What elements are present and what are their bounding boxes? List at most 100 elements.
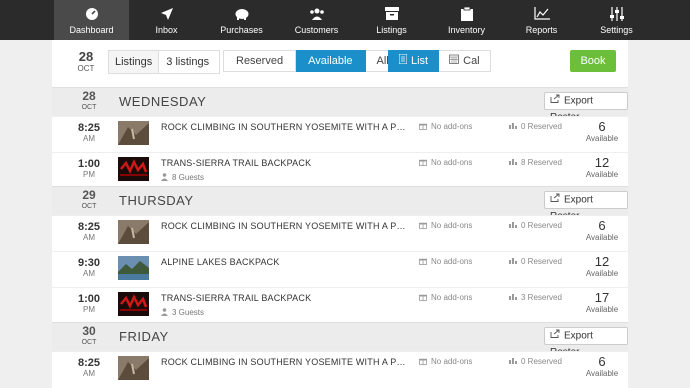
row-time: 8:25 AM <box>74 357 104 379</box>
available-label: Available <box>585 269 619 278</box>
day-date: 30 OCT <box>80 325 98 347</box>
listing-row[interactable]: 8:25 AM ROCK CLIMBING IN SOUTHERN YOSEMITE… <box>52 215 628 251</box>
export-roster-button[interactable]: Export Roster <box>544 191 628 222</box>
listings-label: Listings <box>109 51 160 73</box>
time-value: 9:30 <box>77 257 101 269</box>
time-value: 1:00 <box>77 158 101 170</box>
addons-status: No add-ons <box>419 257 472 267</box>
export-roster-button[interactable]: Export Roster <box>544 327 628 358</box>
available-label: Available <box>585 134 619 143</box>
time-ampm: AM <box>83 369 95 378</box>
addons-status: No add-ons <box>419 158 472 168</box>
nav-reports[interactable]: Reports <box>504 0 579 40</box>
day-month: OCT <box>81 104 97 111</box>
reserved-count: 0 Reserved <box>509 357 562 366</box>
nav-inventory[interactable]: Inventory <box>429 0 504 40</box>
nav-settings[interactable]: Settings <box>579 0 654 40</box>
available-number: 12 <box>594 254 610 269</box>
reserved-count: 0 Reserved <box>509 122 562 131</box>
guest-count: 3 Guests <box>161 308 204 318</box>
day-month: OCT <box>81 339 97 346</box>
addons-status: No add-ons <box>419 293 472 303</box>
day-name: THURSDAY <box>119 193 194 208</box>
addons-status: No add-ons <box>419 357 472 367</box>
listing-title[interactable]: ROCK CLIMBING IN SOUTHERN YOSEMITE WITH … <box>161 221 406 231</box>
view-list-button[interactable]: List <box>388 50 440 72</box>
addons-text: No add-ons <box>431 122 473 132</box>
time-value: 8:25 <box>77 357 101 369</box>
listing-thumbnail <box>118 157 149 181</box>
available-count: 6 Available <box>576 219 628 243</box>
gift-icon <box>419 221 427 231</box>
sliders-icon <box>609 6 625 22</box>
nav-label: Reports <box>525 24 558 35</box>
filter-available-button[interactable]: Available <box>296 50 366 72</box>
row-time: 1:00 PM <box>74 158 104 180</box>
user-icon <box>161 173 168 183</box>
bar-chart-icon <box>509 357 517 366</box>
nav-purchases[interactable]: Purchases <box>204 0 279 40</box>
export-roster-button[interactable]: Export Roster <box>544 92 628 123</box>
available-count: 6 Available <box>576 355 628 379</box>
date-picker[interactable]: 28 OCT <box>70 50 102 74</box>
filter-toggle: Reserved Available All <box>223 50 401 72</box>
nav-dashboard[interactable]: Dashboard <box>54 0 129 40</box>
book-button[interactable]: Book <box>570 50 616 72</box>
available-number: 6 <box>598 119 606 134</box>
gift-icon <box>419 257 427 267</box>
listing-title[interactable]: ALPINE LAKES BACKPACK <box>161 257 406 267</box>
date-day: 28 <box>78 49 94 64</box>
day-date: 29 OCT <box>80 189 98 211</box>
reserved-count: 0 Reserved <box>509 221 562 230</box>
reserved-count: 3 Reserved <box>509 293 562 302</box>
listing-row[interactable]: 8:25 AM ROCK CLIMBING IN SOUTHERN YOSEMITE… <box>52 351 628 387</box>
day-number: 29 <box>82 188 96 202</box>
listing-title[interactable]: TRANS-SIERRA TRAIL BACKPACK <box>161 158 406 168</box>
listing-thumbnail <box>118 292 149 316</box>
available-label: Available <box>585 369 619 378</box>
filter-reserved-button[interactable]: Reserved <box>223 50 297 72</box>
day-header: 29OCT THURSDAY Export Roster <box>52 186 628 222</box>
reserved-text: 0 Reserved <box>521 257 562 266</box>
listing-row[interactable]: 1:00 PM TRANS-SIERRA TRAIL BACKPACK 8 Guest… <box>52 152 628 188</box>
archive-icon <box>384 6 399 22</box>
available-label: Available <box>585 305 619 314</box>
listing-title[interactable]: ROCK CLIMBING IN SOUTHERN YOSEMITE WITH … <box>161 357 406 367</box>
addons-status: No add-ons <box>419 122 472 132</box>
listing-thumbnail <box>118 220 149 244</box>
nav-customers[interactable]: Customers <box>279 0 354 40</box>
send-icon <box>160 6 174 22</box>
gift-icon <box>419 293 427 303</box>
listing-row[interactable]: 8:25 AM ROCK CLIMBING IN SOUTHERN YOSEMITE… <box>52 116 628 152</box>
users-icon <box>309 6 325 22</box>
listings-select[interactable]: Listings 3 listings <box>108 50 221 74</box>
bar-chart-icon <box>509 122 517 131</box>
listing-row[interactable]: 9:30 AM ALPINE LAKES BACKPACK No add-ons 0 R… <box>52 251 628 287</box>
line-chart-icon <box>533 6 550 22</box>
listing-title[interactable]: ROCK CLIMBING IN SOUTHERN YOSEMITE WITH … <box>161 122 406 132</box>
bar-chart-icon <box>509 257 517 266</box>
addons-text: No add-ons <box>431 221 473 231</box>
listing-row[interactable]: 1:00 PM TRANS-SIERRA TRAIL BACKPACK 3 Guest… <box>52 287 628 323</box>
day-number: 30 <box>82 324 96 338</box>
listing-title[interactable]: TRANS-SIERRA TRAIL BACKPACK <box>161 293 406 303</box>
addons-text: No add-ons <box>431 293 473 303</box>
user-icon <box>161 308 168 318</box>
piggy-bank-icon <box>234 6 250 22</box>
list-icon <box>398 51 408 71</box>
time-ampm: AM <box>83 269 95 278</box>
time-ampm: AM <box>83 134 95 143</box>
time-value: 8:25 <box>77 122 101 134</box>
view-cal-button[interactable]: Cal <box>439 50 491 72</box>
view-cal-label: Cal <box>463 55 480 67</box>
toolbar: 28 OCT Listings 3 listings Reserved Avai… <box>52 40 628 85</box>
bar-chart-icon <box>509 293 517 302</box>
day-header: 30OCT FRIDAY Export Roster <box>52 322 628 358</box>
row-time: 8:25 AM <box>74 221 104 243</box>
nav-inbox[interactable]: Inbox <box>129 0 204 40</box>
nav-label: Inbox <box>155 24 178 35</box>
nav-listings[interactable]: Listings <box>354 0 429 40</box>
nav-label: Inventory <box>447 24 486 35</box>
day-name: FRIDAY <box>119 329 169 344</box>
available-number: 17 <box>594 290 610 305</box>
